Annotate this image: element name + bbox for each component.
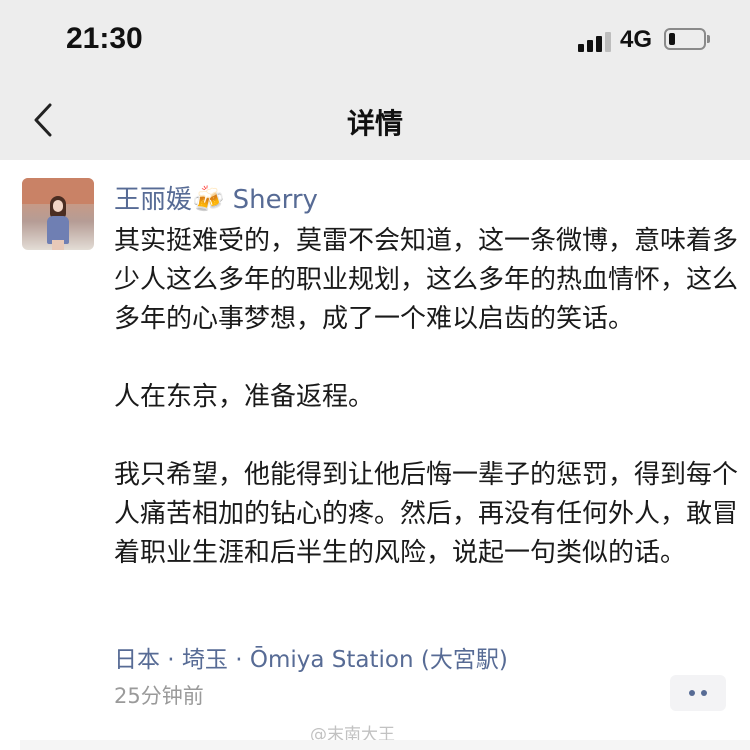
post-paragraph: 其实挺难受的，莫雷不会知道，这一条微博，意味着多少人这么多年的职业规划，这么多年…: [114, 226, 739, 334]
dot-icon: [701, 690, 707, 696]
network-type: 4G: [620, 26, 653, 53]
post-timestamp: 25分钟前: [114, 684, 204, 708]
more-actions-button[interactable]: [670, 675, 726, 711]
post-paragraph: 我只希望，他能得到让他后悔一辈子的惩罚，得到每个人痛苦相加的钻心的疼。然后，再没…: [114, 460, 739, 568]
signal-icon: [578, 30, 612, 52]
moment-detail: 王丽媛🍻 Sherry 其实挺难受的，莫雷不会知道，这一条微博，意味着多少人这么…: [0, 160, 750, 750]
post-paragraph: 人在东京，准备返程。: [114, 382, 375, 412]
post-text: 其实挺难受的，莫雷不会知道，这一条微博，意味着多少人这么多年的职业规划，这么多年…: [114, 222, 739, 573]
battery-icon: [664, 28, 710, 50]
battery-fill: [669, 33, 675, 45]
status-time: 21:30: [66, 22, 143, 55]
author-name[interactable]: 王丽媛🍻 Sherry: [114, 179, 318, 216]
top-bar: 21:30 4G 详情: [0, 0, 750, 160]
page-title: 详情: [346, 107, 403, 140]
comment-area-divider: [20, 740, 750, 750]
dot-icon: [689, 690, 695, 696]
avatar[interactable]: [22, 178, 94, 250]
location-link[interactable]: 日本 · 埼玉 · Ōmiya Station (大宮駅): [114, 640, 508, 674]
